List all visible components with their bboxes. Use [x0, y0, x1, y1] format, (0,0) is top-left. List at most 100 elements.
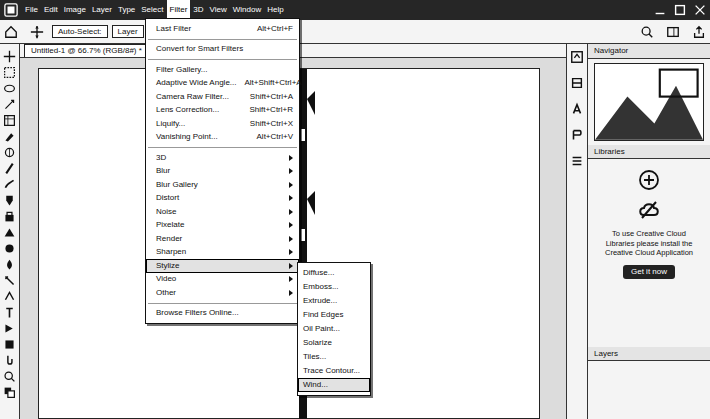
- menu-item-label: Extrude...: [303, 296, 337, 306]
- menu-item-label: Tiles...: [303, 352, 326, 362]
- menu-item-label: Adaptive Wide Angle...: [156, 78, 237, 88]
- panel-icon[interactable]: [570, 102, 584, 116]
- filter-menu-item[interactable]: Noise: [146, 205, 299, 219]
- filter-menu-item[interactable]: Browse Filters Online...: [146, 307, 299, 321]
- panel-tab[interactable]: Navigator: [588, 44, 710, 59]
- menu-item[interactable]: Type: [115, 0, 138, 20]
- tool-icon[interactable]: [3, 82, 16, 95]
- search-icon[interactable]: [640, 25, 654, 39]
- tool-icon[interactable]: [3, 114, 16, 127]
- tool-icon[interactable]: [3, 50, 16, 63]
- menu-item[interactable]: Help: [264, 0, 286, 20]
- layers-panel-body: [588, 361, 710, 419]
- app-logo-icon[interactable]: [4, 3, 18, 17]
- tool-icon[interactable]: [3, 274, 16, 287]
- filter-menu-item[interactable]: Lens Correction...Shift+Ctrl+R: [146, 104, 299, 118]
- tool-icon[interactable]: [3, 210, 16, 223]
- home-icon[interactable]: [4, 25, 18, 39]
- tool-icon[interactable]: [3, 226, 16, 239]
- menu-shortcut: Shift+Ctrl+A: [242, 92, 293, 102]
- menu-item[interactable]: 3D: [190, 0, 206, 20]
- tool-icon[interactable]: [3, 290, 16, 303]
- menu-item[interactable]: Filter: [167, 0, 191, 20]
- menu-shortcut: Shift+Ctrl+X: [242, 119, 293, 129]
- minimize-icon[interactable]: [653, 3, 667, 17]
- filter-menu-item[interactable]: Stylize: [146, 259, 299, 273]
- tool-icon[interactable]: [3, 306, 16, 319]
- panel-tab[interactable]: Layers: [588, 347, 710, 362]
- tool-icon[interactable]: [3, 146, 16, 159]
- filter-menu-item[interactable]: Vanishing Point...Alt+Ctrl+V: [146, 131, 299, 145]
- option-control[interactable]: Layer: [112, 25, 144, 39]
- menu-item[interactable]: Edit: [41, 0, 61, 20]
- close-icon[interactable]: [693, 3, 707, 17]
- submenu-item[interactable]: Extrude...: [298, 294, 370, 308]
- panel-icon[interactable]: [570, 50, 584, 64]
- panel-icon[interactable]: [570, 76, 584, 90]
- menu-item-label: Render: [156, 234, 182, 244]
- filter-menu-item[interactable]: Adaptive Wide Angle...Alt+Shift+Ctrl+A: [146, 77, 299, 91]
- submenu-item[interactable]: Trace Contour...: [298, 364, 370, 378]
- filter-menu-item[interactable]: Render: [146, 232, 299, 246]
- filter-menu-item[interactable]: Camera Raw Filter...Shift+Ctrl+A: [146, 90, 299, 104]
- menu-item[interactable]: File: [22, 0, 41, 20]
- toolbar: [0, 44, 20, 419]
- tool-icon[interactable]: [3, 162, 16, 175]
- document-tab[interactable]: Untitled-1 @ 66.7% (RGB/8#) *: [24, 44, 149, 57]
- tool-icon[interactable]: [3, 258, 16, 271]
- tool-icon[interactable]: [3, 98, 16, 111]
- tool-icon[interactable]: [3, 242, 16, 255]
- filter-menu-item[interactable]: Filter Gallery...: [146, 63, 299, 77]
- submenu-item[interactable]: Oil Paint...: [298, 322, 370, 336]
- tool-icon[interactable]: [3, 370, 16, 383]
- option-control[interactable]: Auto-Select:: [52, 25, 108, 39]
- menu-item-label: Browse Filters Online...: [156, 308, 239, 318]
- right-panel: NavigatorLibrariesTo use Creative Cloud …: [588, 44, 710, 419]
- menu-item-label: Stylize: [156, 261, 180, 271]
- submenu-item[interactable]: Find Edges: [298, 308, 370, 322]
- filter-menu-item[interactable]: 3D: [146, 151, 299, 165]
- submenu-item[interactable]: Emboss...: [298, 280, 370, 294]
- workspace-icon[interactable]: [666, 25, 680, 39]
- filter-menu-item[interactable]: Other: [146, 286, 299, 300]
- panel-icon[interactable]: [570, 128, 584, 142]
- tool-icon[interactable]: [3, 386, 16, 399]
- filter-menu-item[interactable]: Sharpen: [146, 246, 299, 260]
- filter-menu-item[interactable]: Distort: [146, 192, 299, 206]
- submenu-item[interactable]: Tiles...: [298, 350, 370, 364]
- filter-menu-item[interactable]: Blur Gallery: [146, 178, 299, 192]
- get-it-now-button[interactable]: Get it now: [623, 265, 675, 279]
- menu-item[interactable]: Window: [230, 0, 264, 20]
- tool-icon[interactable]: [3, 194, 16, 207]
- filter-menu-item[interactable]: Convert for Smart Filters: [146, 43, 299, 57]
- share-icon[interactable]: [692, 25, 706, 39]
- maximize-icon[interactable]: [673, 3, 687, 17]
- filter-menu-item[interactable]: Blur: [146, 165, 299, 179]
- menu-shortcut: Alt+Ctrl+V: [249, 132, 293, 142]
- panel-tab[interactable]: Libraries: [588, 145, 710, 160]
- filter-menu-item[interactable]: Pixelate: [146, 219, 299, 233]
- filter-menu-item[interactable]: Video: [146, 273, 299, 287]
- filter-menu-item[interactable]: Last FilterAlt+Ctrl+F: [146, 22, 299, 36]
- tool-icon[interactable]: [3, 66, 16, 79]
- submenu-item[interactable]: Wind...: [298, 378, 370, 392]
- menu-item[interactable]: Layer: [89, 0, 115, 20]
- submenu-arrow-icon: [289, 182, 293, 188]
- panel-icon[interactable]: [570, 154, 584, 168]
- menu-item[interactable]: View: [207, 0, 230, 20]
- tool-icon[interactable]: [3, 322, 16, 335]
- submenu-item[interactable]: Diffuse...: [298, 266, 370, 280]
- submenu-item[interactable]: Solarize: [298, 336, 370, 350]
- move-tool-icon[interactable]: [30, 25, 44, 39]
- menu-item-label: Convert for Smart Filters: [156, 44, 243, 54]
- menu-separator: [148, 39, 297, 40]
- menu-item[interactable]: Select: [138, 0, 166, 20]
- menu-item-label: Find Edges: [303, 310, 343, 320]
- tool-icon[interactable]: [3, 178, 16, 191]
- menu-item[interactable]: Image: [61, 0, 89, 20]
- tool-icon[interactable]: [3, 354, 16, 367]
- preview-image-icon: [595, 64, 703, 140]
- tool-icon[interactable]: [3, 130, 16, 143]
- tool-icon[interactable]: [3, 338, 16, 351]
- filter-menu-item[interactable]: Liquify...Shift+Ctrl+X: [146, 117, 299, 131]
